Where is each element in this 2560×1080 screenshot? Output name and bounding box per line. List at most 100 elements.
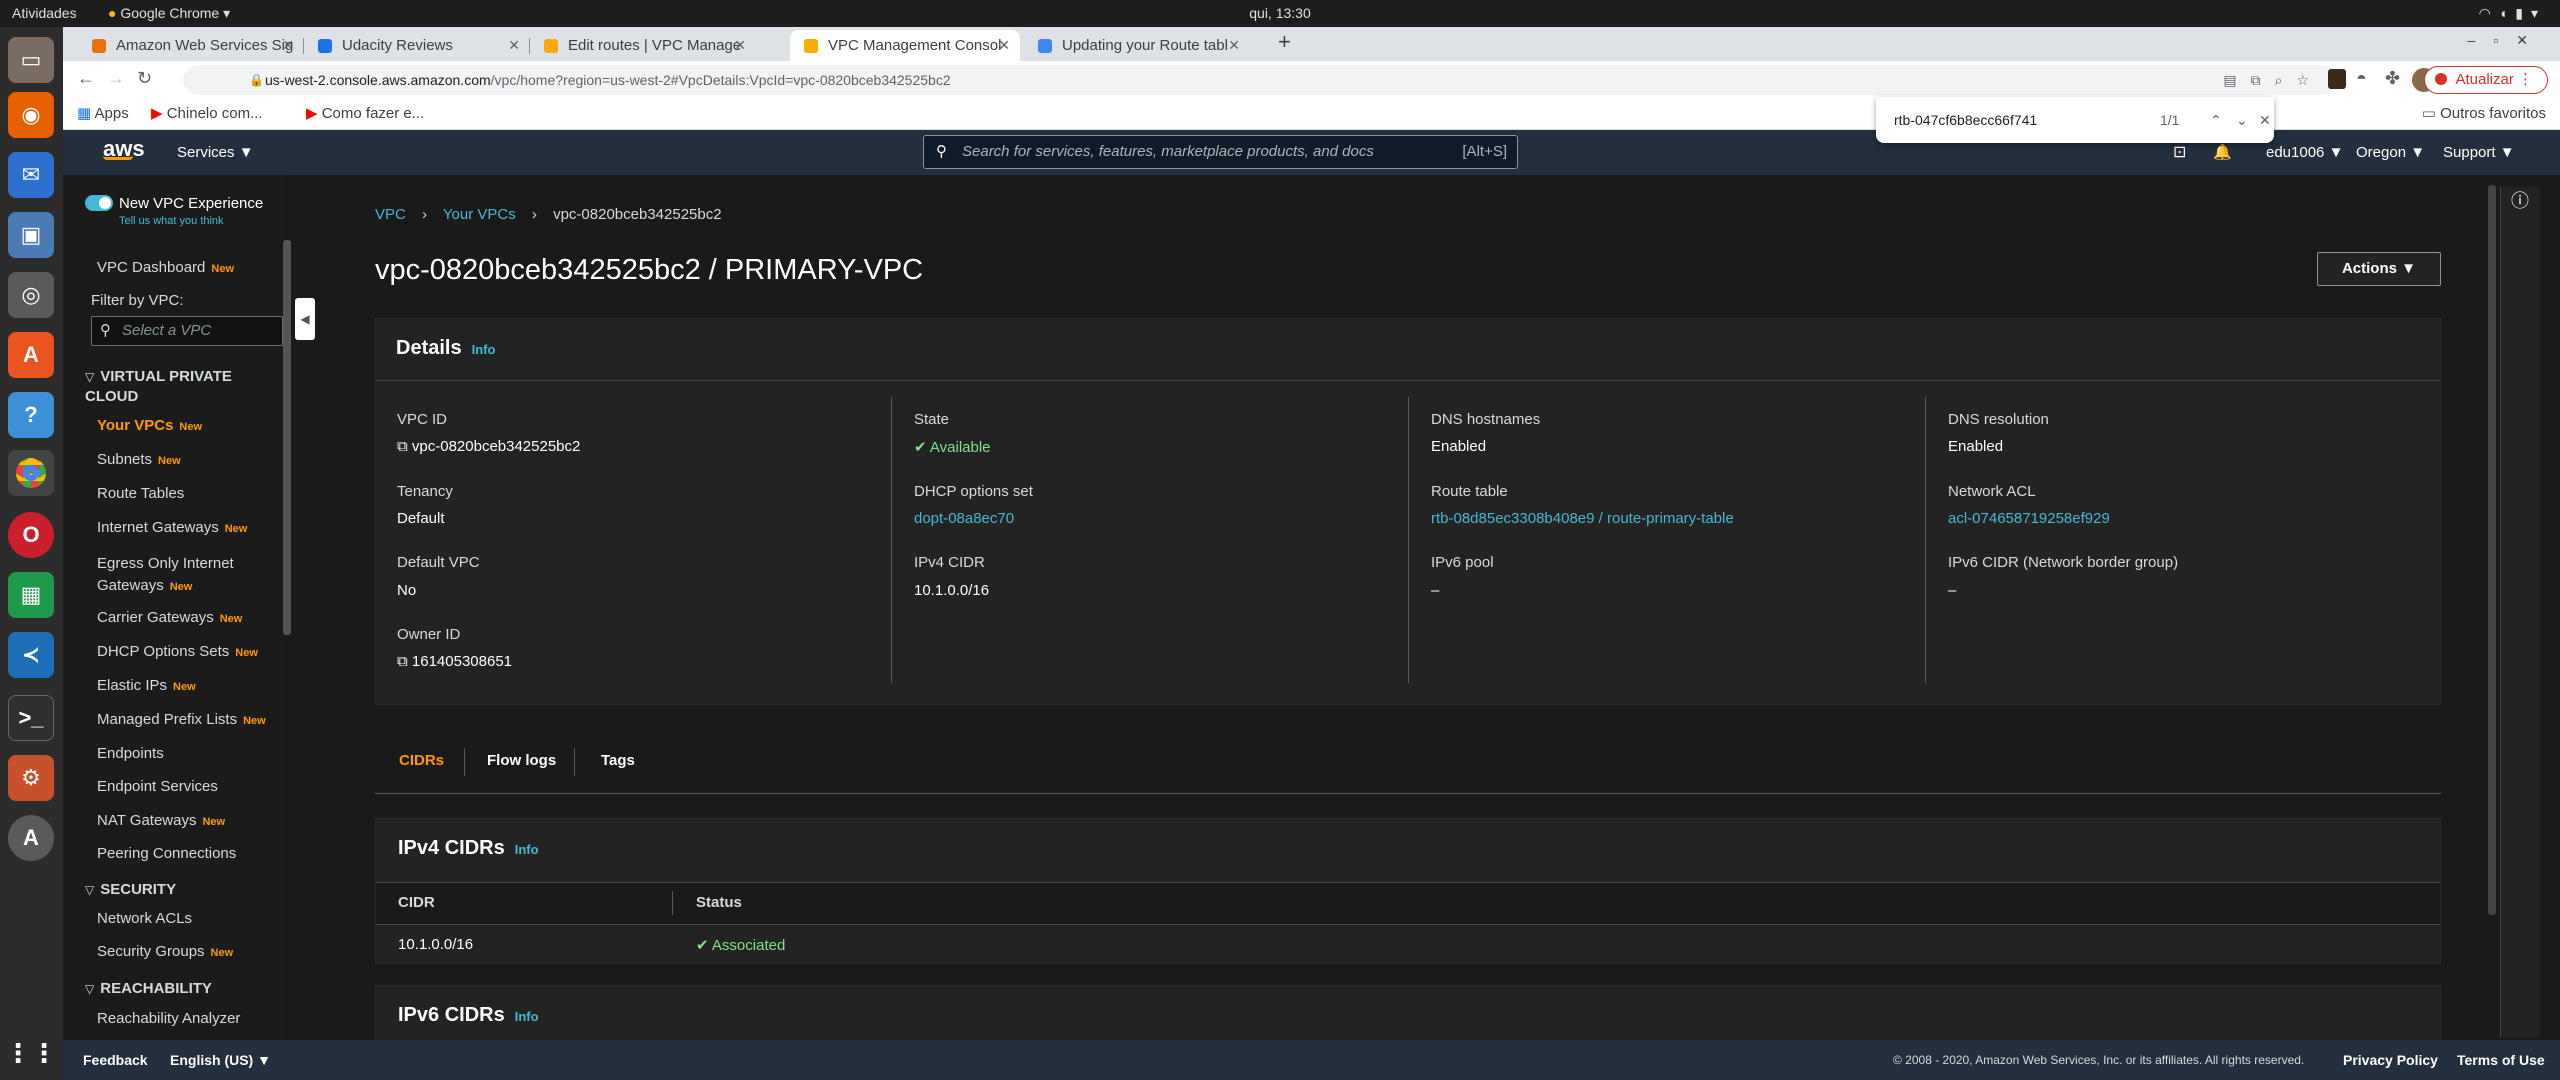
bookmark-como-fazer[interactable]: ▶ Como fazer e...: [306, 99, 424, 129]
close-icon[interactable]: ✕: [282, 30, 294, 61]
copy-icon[interactable]: ⧉: [397, 653, 408, 670]
column-status[interactable]: Status: [696, 894, 742, 911]
update-button[interactable]: Atualizar ⋮: [2424, 66, 2548, 94]
section-security[interactable]: SECURITY: [85, 881, 176, 898]
address-bar[interactable]: 🔒 us-west-2.console.aws.amazon.com/vpc/h…: [183, 65, 2337, 95]
breadcrumb-vpc[interactable]: VPC: [375, 206, 406, 223]
vscode-icon[interactable]: ≺: [8, 632, 54, 678]
close-icon[interactable]: ✕: [1228, 30, 1240, 61]
app-menu[interactable]: ● Google Chrome ▾: [108, 0, 230, 27]
sidebar-item-security-groups[interactable]: Security Groups New: [97, 943, 233, 960]
find-close-icon[interactable]: ✕: [2259, 97, 2271, 143]
dhcp-link[interactable]: dopt-08a8ec70: [914, 510, 1014, 527]
window-controls[interactable]: –▫✕: [2468, 32, 2546, 49]
terms-link[interactable]: Terms of Use: [2457, 1040, 2545, 1080]
sidebar-item-route-tables[interactable]: Route Tables: [97, 485, 184, 502]
reload-icon[interactable]: ↻: [137, 68, 152, 89]
sidebar-scrollbar[interactable]: [283, 240, 291, 635]
files-icon[interactable]: ▭: [8, 37, 54, 83]
sidebar-item-endpoints[interactable]: Endpoints: [97, 745, 164, 762]
sidebar-item-subnets[interactable]: Subnets New: [97, 451, 181, 468]
language-selector[interactable]: English (US) ▼: [170, 1040, 271, 1080]
sidebar-item-dhcp-options[interactable]: DHCP Options Sets New: [97, 643, 258, 660]
show-apps-icon[interactable]: ⋮⋮: [5, 1030, 57, 1076]
updates-icon[interactable]: A: [8, 815, 54, 861]
sidebar-item-peering[interactable]: Peering Connections: [97, 845, 236, 862]
table-row[interactable]: 10.1.0.0/16 ✔ Associated: [376, 926, 2440, 964]
lock-icon[interactable]: 🔒: [249, 65, 264, 95]
aws-search-input[interactable]: ⚲ Search for services, features, marketp…: [923, 135, 1518, 169]
sidebar-item-endpoint-services[interactable]: Endpoint Services: [97, 778, 218, 795]
rhythmbox-icon[interactable]: ◎: [8, 272, 54, 318]
section-reachability[interactable]: REACHABILITY: [85, 980, 212, 997]
user-menu[interactable]: edu1006 ▼: [2266, 130, 2343, 175]
extension-k-icon[interactable]: [2328, 69, 2346, 89]
actions-button[interactable]: Actions ▼: [2317, 252, 2441, 286]
tab-vpc-console[interactable]: VPC Management Consol ✕: [790, 30, 1020, 61]
tab-tags[interactable]: Tags: [601, 752, 635, 769]
sidebar-item-elastic-ips[interactable]: Elastic IPs New: [97, 677, 196, 694]
close-icon[interactable]: ✕: [734, 30, 746, 61]
terminal-icon[interactable]: >_: [8, 695, 54, 741]
tab-udacity[interactable]: Udacity Reviews ✕: [304, 30, 530, 61]
services-menu[interactable]: Services ▼: [177, 130, 254, 175]
sidebar-item-reachability-analyzer[interactable]: Reachability Analyzer: [97, 1010, 240, 1027]
image-viewer-icon[interactable]: ▣: [8, 212, 54, 258]
collapse-sidebar-icon[interactable]: ◀: [295, 298, 315, 340]
support-menu[interactable]: Support ▼: [2443, 130, 2515, 175]
thunderbird-icon[interactable]: ✉: [8, 152, 54, 198]
sidebar-item-prefix-lists[interactable]: Managed Prefix Lists New: [97, 711, 266, 728]
close-icon[interactable]: ✕: [508, 30, 520, 61]
sidebar-item-carrier-gateways[interactable]: Carrier Gateways New: [97, 609, 242, 626]
sidebar-item-egress-only-gateways[interactable]: Egress Only Internet Gateways New: [97, 553, 234, 598]
activities-button[interactable]: Atividades: [12, 0, 77, 27]
clock[interactable]: qui, 13:30: [1210, 0, 1350, 27]
find-input[interactable]: rtb-047cf6b8ecc66f741: [1894, 97, 2037, 143]
sidebar-item-internet-gateways[interactable]: Internet Gateways New: [97, 519, 247, 536]
info-link[interactable]: Info: [515, 1009, 539, 1024]
close-icon[interactable]: ✕: [998, 30, 1010, 61]
forward-icon[interactable]: →: [107, 68, 125, 89]
new-tab-button[interactable]: +: [1278, 29, 1291, 55]
other-bookmarks[interactable]: ▭ Outros favoritos: [2422, 99, 2546, 129]
privacy-link[interactable]: Privacy Policy: [2343, 1040, 2438, 1080]
opera-icon[interactable]: O: [8, 512, 54, 558]
spreadsheet-icon[interactable]: ▦: [8, 572, 54, 618]
sidebar-item-nat-gateways[interactable]: NAT Gateways New: [97, 812, 225, 829]
tab-route-table-docs[interactable]: Updating your Route tabl ✕: [1024, 30, 1250, 61]
region-menu[interactable]: Oregon ▼: [2356, 130, 2425, 175]
tab-edit-routes[interactable]: Edit routes | VPC Manage ✕: [530, 30, 756, 61]
find-prev-icon[interactable]: ⌃: [2210, 97, 2222, 143]
extensions-puzzle-icon[interactable]: ✤: [2385, 68, 2400, 89]
omnibox-actions[interactable]: ▤⧉⌕☆: [2223, 65, 2323, 95]
settings-icon[interactable]: ⚙: [8, 755, 54, 801]
info-link[interactable]: Info: [472, 342, 496, 357]
help-icon[interactable]: ?: [8, 392, 54, 438]
tab-cidrs[interactable]: CIDRs: [399, 752, 444, 769]
section-virtual-private-cloud[interactable]: VIRTUAL PRIVATE CLOUD: [85, 367, 245, 407]
main-scrollbar[interactable]: [2488, 185, 2496, 915]
info-circle-icon[interactable]: ⓘ: [2511, 187, 2529, 213]
vpc-filter-select[interactable]: ⚲ Select a VPC: [91, 316, 283, 346]
software-icon[interactable]: A: [8, 332, 54, 378]
copy-icon[interactable]: ⧉: [397, 438, 408, 455]
firefox-icon[interactable]: ◉: [8, 92, 54, 138]
info-link[interactable]: Info: [515, 842, 539, 857]
bookmark-chinelo[interactable]: ▶ Chinelo com...: [151, 99, 263, 129]
network-acl-link[interactable]: acl-074658719258ef929: [1948, 510, 2110, 527]
new-vpc-experience-toggle[interactable]: [85, 195, 113, 211]
extension-spy-icon[interactable]: ◓: [2356, 68, 2367, 89]
find-next-icon[interactable]: ⌄: [2236, 97, 2248, 143]
column-cidr[interactable]: CIDR: [398, 894, 435, 911]
chrome-icon[interactable]: [8, 450, 54, 496]
bookmark-apps[interactable]: ▦ Apps: [77, 99, 129, 129]
tab-flow-logs[interactable]: Flow logs: [487, 752, 556, 769]
sidebar-item-vpc-dashboard[interactable]: VPC Dashboard New: [97, 259, 234, 276]
system-tray[interactable]: ◠◖▮▾: [2479, 0, 2546, 27]
breadcrumb-your-vpcs[interactable]: Your VPCs: [443, 206, 516, 223]
route-table-link[interactable]: rtb-08d85ec3308b408e9 / route-primary-ta…: [1431, 510, 1734, 527]
sidebar-item-network-acls[interactable]: Network ACLs: [97, 910, 192, 927]
feedback-link[interactable]: Tell us what you think: [119, 215, 224, 227]
sidebar-item-your-vpcs[interactable]: Your VPCs New: [97, 417, 202, 434]
feedback-button[interactable]: Feedback: [83, 1040, 148, 1080]
